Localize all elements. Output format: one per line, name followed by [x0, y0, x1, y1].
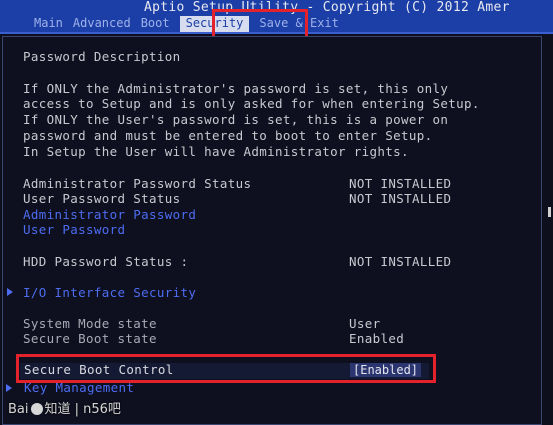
user-password-status-label: User Password Status	[23, 191, 181, 206]
app-title: Aptio Setup Utility - Copyright (C) 2012…	[144, 0, 510, 15]
system-mode-state-value: User	[349, 316, 381, 331]
key-management-arrow-icon	[6, 384, 12, 392]
secure-boot-state-label: Secure Boot state	[23, 331, 157, 346]
description-line-3: If ONLY the User's password is set, this…	[23, 112, 449, 127]
key-management-item[interactable]: Key Management	[24, 380, 134, 395]
user-password-item[interactable]: User Password	[23, 222, 125, 237]
description-line-1: If ONLY the Administrator's password is …	[23, 81, 449, 96]
tab-main[interactable]: Main	[34, 16, 73, 32]
user-password-status-value: NOT INSTALLED	[349, 191, 452, 206]
io-interface-security-item[interactable]: I/O Interface Security	[23, 285, 196, 300]
system-mode-state-label: System Mode state	[23, 316, 157, 331]
tab-boot[interactable]: Boot	[141, 16, 180, 32]
description-line-4: password and must be entered to boot to …	[23, 128, 433, 143]
description-line-2: access to Setup and is only asked for wh…	[23, 96, 480, 111]
secure-boot-control-highlight	[16, 354, 436, 383]
section-title: Password Description	[23, 49, 181, 64]
baidu-watermark: Bai 知道 | n56吧	[8, 398, 121, 417]
edge-mark	[548, 207, 551, 217]
bios-screen: Aptio Setup Utility - Copyright (C) 2012…	[0, 0, 553, 425]
watermark-text-left: Bai	[8, 402, 29, 417]
description-line-5: In Setup the User will have Administrato…	[23, 144, 409, 159]
administrator-password-item[interactable]: Administrator Password	[23, 207, 196, 222]
tab-advanced[interactable]: Advanced	[73, 16, 141, 32]
admin-password-status-value: NOT INSTALLED	[349, 176, 452, 191]
paw-logo-icon	[30, 403, 43, 415]
admin-password-status-label: Administrator Password Status	[23, 176, 252, 191]
hdd-password-status-label: HDD Password Status :	[23, 254, 189, 269]
watermark-text-right: 知道 | n56吧	[44, 402, 121, 417]
hdd-password-status-value: NOT INSTALLED	[349, 254, 452, 269]
secure-boot-state-value: Enabled	[349, 331, 405, 346]
submenu-arrow-icon	[7, 288, 13, 296]
